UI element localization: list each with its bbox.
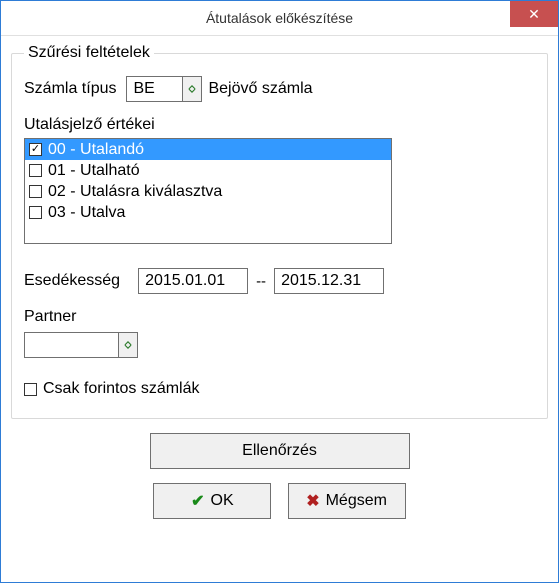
list-item-label: 01 - Utalható	[48, 162, 140, 180]
window-title: Átutalások előkészítése	[206, 10, 353, 26]
groupbox-legend: Szűrési feltételek	[24, 44, 154, 62]
list-item-label: 02 - Utalásra kiválasztva	[48, 183, 222, 201]
only-huf-checkbox[interactable]	[24, 383, 37, 396]
duedate-to-input[interactable]: 2015.12.31	[274, 268, 384, 294]
dropdown-icon	[124, 341, 132, 349]
duedate-separator: --	[256, 273, 266, 290]
ok-icon: ✔	[191, 491, 204, 511]
list-item[interactable]: 01 - Utalható	[25, 160, 391, 181]
list-item[interactable]: 02 - Utalásra kiválasztva	[25, 181, 391, 202]
dialog-window: Átutalások előkészítése ✕ Szűrési feltét…	[0, 0, 559, 583]
dropdown-icon	[188, 85, 196, 93]
only-huf-row[interactable]: Csak forintos számlák	[24, 380, 535, 398]
partner-combo[interactable]	[24, 332, 138, 358]
account-type-label: Számla típus	[24, 80, 116, 98]
cancel-button[interactable]: ✖ Mégsem	[288, 483, 406, 519]
ok-button[interactable]: ✔ OK	[153, 483, 271, 519]
duedate-label: Esedékesség	[24, 272, 120, 290]
title-bar: Átutalások előkészítése ✕	[1, 1, 558, 36]
content-area: Szűrési feltételek Számla típus BE Bejöv…	[1, 36, 558, 529]
check-button-label: Ellenőrzés	[242, 442, 317, 460]
only-huf-label: Csak forintos számlák	[43, 380, 200, 398]
ok-button-label: OK	[211, 492, 234, 510]
close-icon: ✕	[528, 6, 540, 23]
list-item[interactable]: 00 - Utalandó	[25, 139, 391, 160]
account-type-dropdown-button[interactable]	[182, 76, 202, 102]
partner-block: Partner	[24, 308, 535, 358]
partner-input[interactable]	[24, 332, 118, 358]
partner-label: Partner	[24, 308, 76, 325]
checkbox-icon[interactable]	[29, 185, 42, 198]
list-item[interactable]: 03 - Utalva	[25, 202, 391, 223]
cancel-button-label: Mégsem	[326, 492, 387, 510]
account-type-description: Bejövő számla	[208, 80, 312, 98]
buttons-area: Ellenőrzés ✔ OK ✖ Mégsem	[11, 433, 548, 519]
checkbox-icon[interactable]	[29, 164, 42, 177]
indicator-listbox[interactable]: 00 - Utalandó 01 - Utalható 02 - Utalásr…	[24, 138, 392, 244]
account-type-input[interactable]: BE	[126, 76, 182, 102]
check-button[interactable]: Ellenőrzés	[150, 433, 410, 469]
checkbox-icon[interactable]	[29, 143, 42, 156]
indicator-label: Utalásjelző értékei	[24, 116, 155, 133]
duedate-row: Esedékesség 2015.01.01 -- 2015.12.31	[24, 268, 535, 294]
list-item-label: 03 - Utalva	[48, 204, 125, 222]
cancel-icon: ✖	[306, 491, 319, 511]
checkbox-icon[interactable]	[29, 206, 42, 219]
account-type-row: Számla típus BE Bejövő számla	[24, 76, 535, 102]
partner-dropdown-button[interactable]	[118, 332, 138, 358]
filter-groupbox: Szűrési feltételek Számla típus BE Bejöv…	[11, 44, 548, 419]
list-item-label: 00 - Utalandó	[48, 141, 144, 159]
close-button[interactable]: ✕	[510, 1, 558, 27]
duedate-from-input[interactable]: 2015.01.01	[138, 268, 248, 294]
account-type-combo[interactable]: BE	[126, 76, 202, 102]
